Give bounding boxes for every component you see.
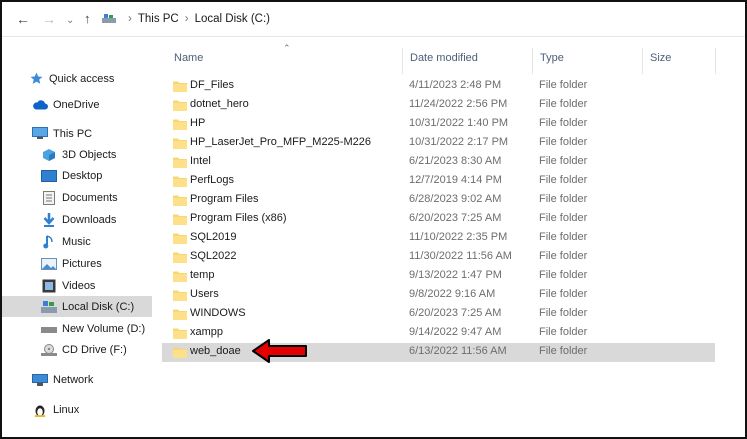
folder-icon: [173, 176, 187, 187]
column-header-name[interactable]: Name: [174, 52, 203, 72]
table-row[interactable]: temp 9/13/2022 1:47 PM File folder: [162, 267, 715, 286]
column-divider[interactable]: [642, 48, 643, 74]
up-arrow-icon[interactable]: ↑: [84, 11, 91, 27]
column-divider[interactable]: [532, 48, 533, 74]
table-row[interactable]: WINDOWS 6/20/2023 7:25 AM File folder: [162, 305, 715, 324]
sidebar-item-network[interactable]: Network: [2, 369, 152, 390]
sidebar-item-videos[interactable]: Videos: [2, 275, 152, 296]
sort-ascending-icon: ⌃: [283, 43, 291, 53]
folder-icon: [173, 271, 187, 282]
sidebar-item-local-disk[interactable]: Local Disk (C:): [2, 296, 152, 317]
table-row[interactable]: xampp 9/14/2022 9:47 AM File folder: [162, 324, 715, 343]
column-header-size[interactable]: Size: [650, 52, 671, 72]
table-row[interactable]: HP 10/31/2022 1:40 PM File folder: [162, 115, 715, 134]
column-header-type[interactable]: Type: [540, 52, 564, 72]
sidebar-item-this-pc[interactable]: This PC: [2, 123, 152, 144]
drive-icon: [41, 300, 57, 314]
drive-icon: [41, 322, 57, 336]
recent-locations-chevron-icon[interactable]: ⌄: [66, 13, 74, 29]
back-arrow-icon[interactable]: ←: [16, 11, 30, 27]
address-bar: ← → ⌄ ↑ › This PC › Local Disk (C:): [2, 2, 745, 37]
sidebar-item-new-volume[interactable]: New Volume (D:): [2, 318, 152, 339]
folder-icon: [173, 233, 187, 244]
folder-icon: [173, 309, 187, 320]
sidebar-item-downloads[interactable]: Downloads: [2, 209, 152, 230]
folder-icon: [173, 157, 187, 168]
sidebar-item-cd-drive[interactable]: CD Drive (F:): [2, 339, 152, 360]
table-row[interactable]: Program Files (x86) 6/20/2023 7:25 AM File…: [162, 210, 715, 229]
linux-icon: [32, 403, 48, 417]
column-header-date-modified[interactable]: Date modified: [410, 52, 478, 72]
column-divider[interactable]: [402, 48, 403, 74]
red-arrow-icon: [252, 339, 307, 363]
star-icon: [28, 72, 44, 86]
videos-icon: [41, 279, 57, 293]
table-row[interactable]: Intel 6/21/2023 8:30 AM File folder: [162, 153, 715, 172]
folder-icon: [173, 81, 187, 92]
table-row[interactable]: Program Files 6/28/2023 9:02 AM File folde…: [162, 191, 715, 210]
download-icon: [41, 212, 57, 227]
table-row[interactable]: dotnet_hero 11/24/2022 2:56 PM File folder: [162, 96, 715, 115]
document-icon: [41, 190, 57, 205]
pictures-icon: [41, 257, 57, 271]
network-icon: [32, 373, 48, 387]
sidebar-item-documents[interactable]: Documents: [2, 187, 152, 208]
table-row[interactable]: DF_Files 4/11/2023 2:48 PM File folder: [162, 77, 715, 96]
sidebar-item-desktop[interactable]: Desktop: [2, 165, 152, 186]
desktop-icon: [41, 169, 57, 183]
sidebar-item-linux[interactable]: Linux: [2, 399, 152, 420]
folder-icon: [173, 252, 187, 263]
drive-icon: [102, 14, 116, 23]
table-row[interactable]: HP_LaserJet_Pro_MFP_M225-M226 10/31/2022 …: [162, 134, 715, 153]
table-row[interactable]: SQL2022 11/30/2022 11:56 AM File folder: [162, 248, 715, 267]
sidebar-item-quick-access[interactable]: Quick access: [2, 68, 152, 89]
sidebar-item-music[interactable]: Music: [2, 231, 152, 252]
computer-icon: [32, 127, 48, 141]
breadcrumb: › This PC › Local Disk (C:): [128, 13, 270, 25]
folder-icon: [173, 328, 187, 339]
cube-icon: [41, 148, 57, 162]
folder-icon: [173, 214, 187, 225]
file-explorer-window: ← → ⌄ ↑ › This PC › Local Disk (C:) Quick a…: [0, 0, 747, 439]
column-divider[interactable]: [715, 48, 716, 74]
folder-icon: [173, 195, 187, 206]
forward-arrow-icon[interactable]: →: [42, 11, 56, 27]
sidebar-item-onedrive[interactable]: OneDrive: [2, 94, 152, 115]
breadcrumb-local-disk[interactable]: Local Disk (C:): [195, 13, 270, 25]
sidebar-item-3d-objects[interactable]: 3D Objects: [2, 144, 152, 165]
folder-icon: [173, 138, 187, 149]
chevron-right-icon: ›: [184, 13, 189, 25]
table-row[interactable]: Users 9/8/2022 9:16 AM File folder: [162, 286, 715, 305]
navigation-pane: Quick access OneDrive This PC 3D Objects…: [2, 37, 152, 437]
folder-icon: [173, 290, 187, 301]
cd-drive-icon: [41, 343, 57, 357]
table-row-selected[interactable]: web_doae 6/13/2022 11:56 AM File folder: [162, 343, 715, 362]
table-row[interactable]: PerfLogs 12/7/2019 4:14 PM File folder: [162, 172, 715, 191]
sidebar-item-pictures[interactable]: Pictures: [2, 253, 152, 274]
table-row[interactable]: SQL2019 11/10/2022 2:35 PM File folder: [162, 229, 715, 248]
folder-icon: [173, 347, 187, 358]
folder-icon: [173, 119, 187, 130]
cloud-icon: [32, 98, 48, 112]
chevron-right-icon: ›: [128, 13, 132, 25]
folder-icon: [173, 100, 187, 111]
breadcrumb-this-pc[interactable]: This PC: [138, 13, 179, 25]
music-icon: [41, 234, 57, 249]
